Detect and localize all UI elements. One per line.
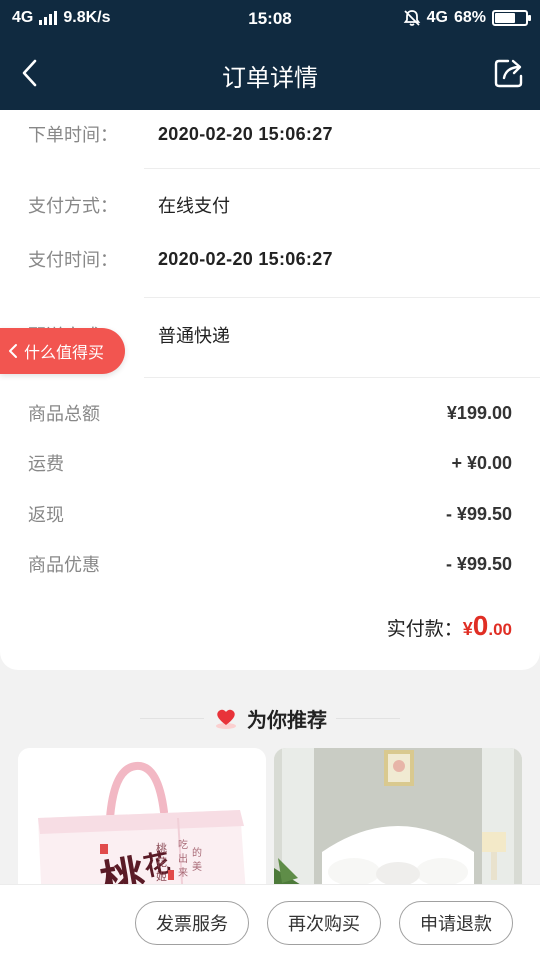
share-icon[interactable]	[492, 56, 526, 90]
battery-icon	[492, 10, 531, 26]
pay-time-value: 2020-02-20 15:06:27	[158, 248, 333, 269]
pay-time-row: 支付时间： 2020-02-20 15:06:27	[0, 239, 540, 279]
pay-time-label: 支付时间：	[28, 250, 118, 271]
cashback-row: 返现 - ¥99.50	[0, 494, 540, 534]
svg-text:桃: 桃	[156, 841, 167, 855]
rebuy-button[interactable]: 再次购买	[267, 901, 381, 945]
shipping-label: 运费	[28, 454, 64, 475]
discount-row: 商品优惠 - ¥99.50	[0, 544, 540, 584]
nav-bar: 订单详情	[0, 36, 540, 110]
svg-text:花: 花	[156, 856, 167, 869]
divider	[144, 168, 540, 169]
svg-text:的: 的	[192, 846, 202, 859]
heart-icon	[216, 709, 236, 729]
goods-total-value: ¥199.00	[446, 402, 512, 423]
svg-text:来: 来	[178, 867, 188, 879]
pay-method-label: 支付方式：	[28, 196, 118, 217]
shipping-value: + ¥0.00	[451, 452, 512, 473]
svg-text:吃: 吃	[178, 838, 188, 851]
recommend-title: 为你推荐	[247, 707, 327, 732]
battery-percent: 68%	[453, 9, 486, 26]
divider	[144, 377, 540, 378]
delivery-value: 普通快递	[158, 326, 230, 347]
refund-request-button[interactable]: 申请退款	[399, 901, 513, 945]
paid-total: 实付款： ¥ 0 .00	[387, 610, 512, 642]
pay-method-value: 在线支付	[158, 196, 230, 217]
divider	[144, 297, 540, 298]
pay-method-row: 支付方式： 在线支付	[0, 185, 540, 225]
alarm-off-icon	[403, 10, 420, 26]
invoice-service-button[interactable]: 发票服务	[135, 901, 249, 945]
order-detail-card: 下单时间： 2020-02-20 15:06:27 支付方式： 在线支付 支付时…	[0, 110, 540, 670]
discount-label: 商品优惠	[28, 555, 100, 576]
chevron-left-icon	[9, 344, 17, 358]
svg-text:姬: 姬	[156, 870, 167, 883]
order-time-row: 下单时间： 2020-02-20 15:06:27	[0, 114, 540, 154]
page-title: 订单详情	[222, 64, 318, 92]
status-bar: 4G 9.8K/s 15:08 4G 68%	[0, 0, 540, 36]
order-time-value: 2020-02-20 15:06:27	[158, 123, 333, 144]
cashback-label: 返现	[28, 505, 64, 526]
cashback-value: - ¥99.50	[445, 503, 512, 524]
status-right: 4G 68%	[403, 9, 531, 27]
discount-value: - ¥99.50	[445, 553, 512, 574]
svg-text:出: 出	[178, 852, 188, 865]
floating-tag-label: 什么值得买	[24, 343, 105, 362]
goods-total-row: 商品总额 ¥199.00	[0, 393, 540, 433]
bottom-action-bar: 发票服务 再次购买 申请退款	[0, 884, 540, 960]
shipping-row: 运费 + ¥0.00	[0, 443, 540, 483]
network-type-right: 4G	[426, 9, 448, 26]
goods-total-label: 商品总额	[28, 404, 100, 425]
paid-label: 实付款：	[386, 618, 463, 640]
paid-currency: ¥	[462, 619, 473, 639]
recommend-header: 为你推荐	[0, 700, 540, 736]
order-time-label: 下单时间：	[28, 125, 118, 146]
paid-amount-integer: 0	[472, 610, 489, 641]
paid-amount-decimal: .00	[488, 620, 512, 639]
svg-text:美: 美	[192, 860, 202, 873]
smzdm-floating-tag[interactable]: 什么值得买	[0, 328, 125, 374]
